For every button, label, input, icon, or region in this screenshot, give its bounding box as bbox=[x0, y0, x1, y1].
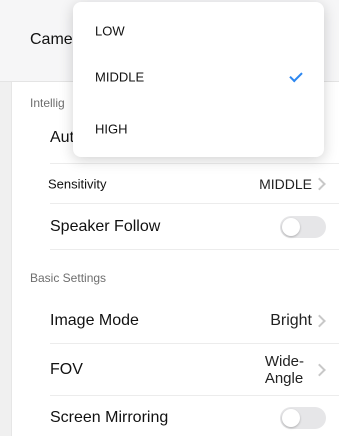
dropdown-option-high[interactable]: HIGH bbox=[73, 106, 324, 152]
speaker-follow-toggle[interactable] bbox=[280, 215, 326, 238]
speaker-follow-label: Speaker Follow bbox=[50, 217, 161, 235]
speaker-follow-row: Speaker Follow bbox=[50, 204, 339, 250]
fov-row[interactable]: FOV Wide- Angle bbox=[50, 344, 339, 396]
dropdown-option-middle[interactable]: MIDDLE bbox=[73, 54, 324, 100]
fov-value-line2: Angle bbox=[264, 369, 304, 387]
sensitivity-row[interactable]: Sensitivity MIDDLE bbox=[48, 164, 339, 204]
image-mode-label: Image Mode bbox=[50, 311, 139, 329]
chevron-right-icon bbox=[313, 177, 326, 190]
sensitivity-label: Sensitivity bbox=[48, 176, 107, 191]
image-mode-row[interactable]: Image Mode Bright bbox=[50, 298, 339, 344]
option-label: MIDDLE bbox=[95, 69, 145, 85]
settings-screen: Came Intellig Aut Sensitivity MIDDLE Spe… bbox=[0, 0, 339, 436]
section-label-intelligent: Intellig bbox=[30, 96, 65, 110]
section-label-basic: Basic Settings bbox=[30, 271, 107, 285]
chevron-right-icon bbox=[313, 314, 326, 327]
check-icon bbox=[289, 68, 303, 83]
option-label: LOW bbox=[95, 23, 125, 39]
sensitivity-dropdown: LOW MIDDLE HIGH bbox=[73, 2, 324, 157]
image-mode-value: Bright bbox=[270, 311, 312, 329]
option-label: HIGH bbox=[95, 121, 128, 137]
sensitivity-value: MIDDLE bbox=[259, 175, 312, 192]
dropdown-option-low[interactable]: LOW bbox=[73, 8, 324, 54]
fov-label: FOV bbox=[50, 360, 83, 378]
screen-mirroring-label: Screen Mirroring bbox=[50, 409, 169, 426]
fov-value-line1: Wide- bbox=[264, 352, 304, 370]
auto-label: Aut bbox=[50, 128, 75, 146]
screen-mirroring-row: Screen Mirroring bbox=[50, 398, 339, 436]
page-title: Came bbox=[30, 31, 73, 48]
screen-mirroring-toggle[interactable] bbox=[280, 407, 326, 429]
toggle-knob bbox=[282, 409, 300, 427]
toggle-knob bbox=[282, 217, 300, 236]
chevron-right-icon bbox=[313, 363, 326, 376]
fov-value: Wide- Angle bbox=[265, 353, 304, 387]
